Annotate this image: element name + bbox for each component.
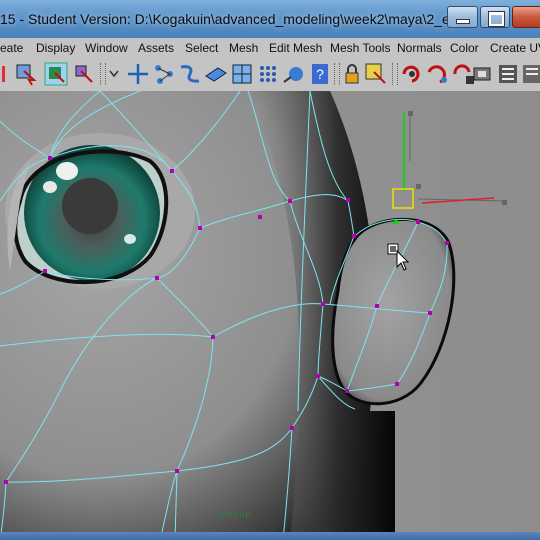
select-tool-icon[interactable] <box>14 62 38 86</box>
toolbar-separator <box>392 63 398 85</box>
chevron-down-icon[interactable] <box>108 62 120 86</box>
hypershade-icon[interactable] <box>496 62 520 86</box>
3d-viewport[interactable]: persp <box>0 91 540 540</box>
toolbar-separator <box>100 63 106 85</box>
menu-display[interactable]: Display <box>36 41 75 55</box>
menu-color[interactable]: Color <box>450 41 479 55</box>
menu-mesh-tools[interactable]: Mesh Tools <box>330 41 390 55</box>
eye-highlight <box>124 234 136 244</box>
eye-highlight <box>43 181 57 193</box>
snap-curve-icon[interactable] <box>178 62 202 86</box>
menu-window[interactable]: Window <box>85 41 128 55</box>
history-icon[interactable] <box>400 62 424 86</box>
toolbar-handle-icon <box>2 66 5 82</box>
snap-view-icon[interactable] <box>256 62 280 86</box>
menu-normals[interactable]: Normals <box>397 41 442 55</box>
object-mode-icon[interactable] <box>364 62 388 86</box>
snap-point-icon[interactable] <box>204 62 228 86</box>
lock-icon[interactable] <box>340 62 364 86</box>
menu-bar: eate Display Window Assets Select Mesh E… <box>0 38 540 59</box>
menu-assets[interactable]: Assets <box>138 41 174 55</box>
snap-grid-icon[interactable] <box>152 62 176 86</box>
render-icon[interactable] <box>426 62 450 86</box>
paint-select-icon[interactable] <box>72 62 96 86</box>
snap-surface-icon[interactable] <box>230 62 254 86</box>
menu-edit-mesh[interactable]: Edit Mesh <box>269 41 322 55</box>
status-line-toolbar: ? <box>0 58 540 92</box>
window-title: 15 - Student Version: D:\Kogakuin\advanc… <box>0 11 477 27</box>
eye-highlight <box>56 162 78 180</box>
maximize-button[interactable] <box>480 6 510 28</box>
help-icon[interactable]: ? <box>308 62 332 86</box>
render-settings-icon[interactable] <box>472 62 496 86</box>
menu-create-uv[interactable]: Create UV <box>490 41 540 55</box>
menu-create[interactable]: eate <box>0 41 23 55</box>
pupil <box>62 178 118 234</box>
taskbar-strip <box>0 532 540 540</box>
move-tool-icon[interactable] <box>126 62 150 86</box>
title-bar: 15 - Student Version: D:\Kogakuin\advanc… <box>0 0 540 39</box>
minimize-button[interactable] <box>447 6 478 28</box>
lasso-tool-icon[interactable] <box>44 62 68 86</box>
move-manipulator[interactable] <box>392 111 507 224</box>
snap-live-icon[interactable] <box>282 62 306 86</box>
viewport-camera-label: persp <box>221 509 252 520</box>
menu-mesh[interactable]: Mesh <box>229 41 258 55</box>
viewport-canvas[interactable] <box>0 91 540 540</box>
menu-select[interactable]: Select <box>185 41 218 55</box>
svg-text:?: ? <box>316 66 324 82</box>
close-button[interactable] <box>512 6 540 28</box>
attribute-editor-icon[interactable] <box>520 62 540 86</box>
